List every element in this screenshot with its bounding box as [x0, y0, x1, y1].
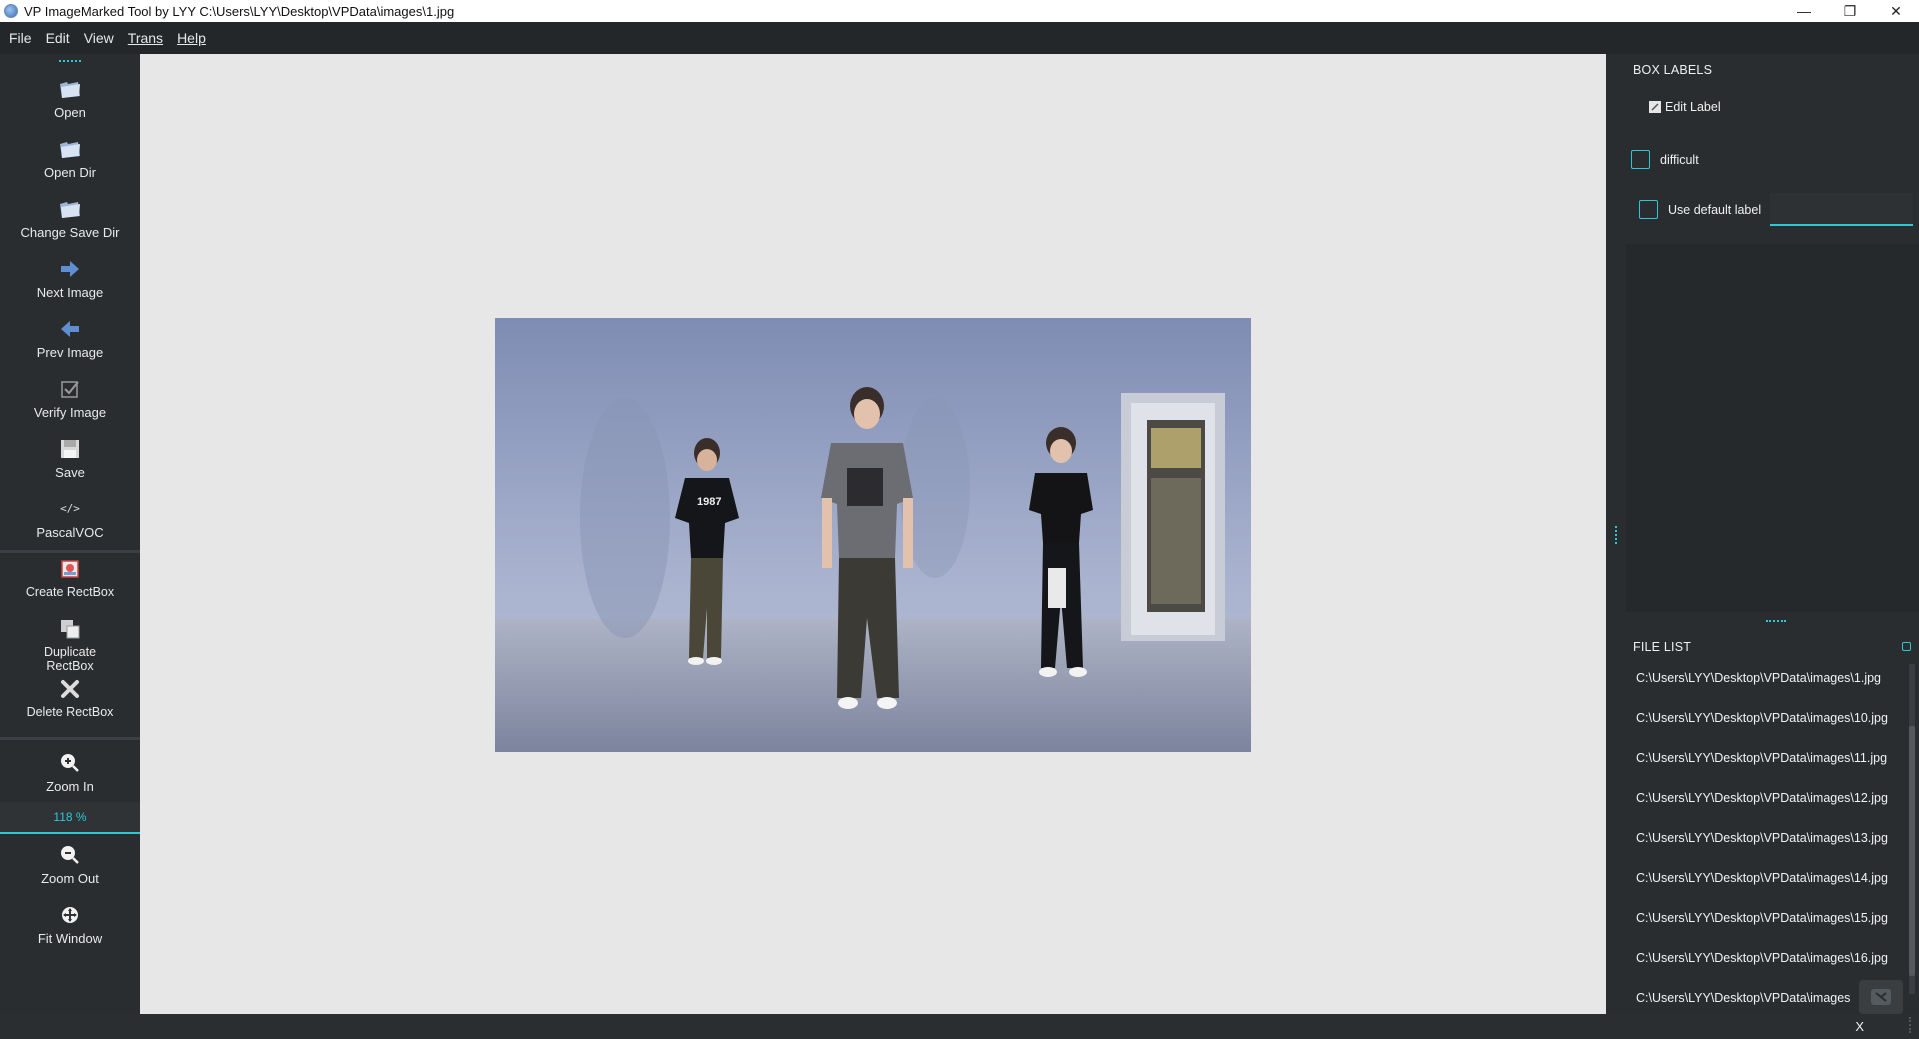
difficult-row: difficult	[1631, 150, 1699, 169]
open-dir-label: Open Dir	[43, 164, 97, 180]
use-default-label-checkbox[interactable]	[1639, 200, 1658, 219]
save-label: Save	[55, 464, 85, 480]
file-list-item[interactable]: C:\Users\LYY\Desktop\VPData\images\11.jp…	[1626, 738, 1911, 778]
edit-label-text: Edit Label	[1665, 100, 1721, 114]
toolbar-separator	[0, 737, 140, 740]
file-list-item[interactable]: C:\Users\LYY\Desktop\VPData\images\13.jp…	[1626, 818, 1911, 858]
open-label: Open	[54, 104, 86, 120]
change-save-dir-button[interactable]: Change Save Dir	[0, 188, 140, 248]
zoom-in-icon	[58, 751, 82, 775]
file-list-item[interactable]: C:\Users\LYY\Desktop\VPData\images\1.jpg	[1626, 658, 1911, 698]
file-list-item[interactable]: C:\Users\LYY\Desktop\VPData\images\14.jp…	[1626, 858, 1911, 898]
menu-edit[interactable]: Edit	[39, 22, 77, 54]
copy-icon	[58, 617, 82, 641]
prev-image-button[interactable]: Prev Image	[0, 308, 140, 368]
folder-open-icon	[58, 137, 82, 161]
duplicate-rectbox-label: Duplicate RectBox	[43, 645, 97, 673]
file-list-title: FILE LIST	[1633, 640, 1692, 654]
folder-open-icon	[58, 77, 82, 101]
toolbar-separator	[0, 550, 140, 553]
create-rectbox-button[interactable]: Create RectBox	[0, 555, 140, 615]
maximize-button[interactable]: ❐	[1827, 0, 1873, 22]
checkbox-checked-icon	[58, 377, 82, 401]
left-toolbar: Open Open Dir Change Save Dir Next Image…	[0, 54, 140, 1014]
box-labels-list[interactable]	[1626, 244, 1919, 612]
next-image-label: Next Image	[36, 284, 104, 300]
create-rectbox-icon	[58, 557, 82, 581]
overlay-widget-icon[interactable]	[1859, 980, 1903, 1014]
prev-image-label: Prev Image	[36, 344, 104, 360]
code-tag-icon: </>	[60, 502, 80, 515]
zoom-out-label: Zoom Out	[41, 870, 99, 886]
zoom-in-button[interactable]: Zoom In	[0, 742, 140, 802]
zoom-out-icon	[58, 843, 82, 867]
close-button[interactable]: ✕	[1873, 0, 1919, 22]
delete-rectbox-label: Delete RectBox	[26, 705, 114, 719]
status-bar: X	[0, 1014, 1919, 1039]
loaded-image[interactable]: 1987	[495, 318, 1251, 752]
next-image-button[interactable]: Next Image	[0, 248, 140, 308]
verify-image-label: Verify Image	[33, 404, 107, 420]
create-rectbox-label: Create RectBox	[25, 585, 115, 599]
menu-file[interactable]: File	[2, 22, 39, 54]
window-title: VP ImageMarked Tool by LYY C:\Users\LYY\…	[24, 3, 455, 19]
difficult-checkbox[interactable]	[1631, 150, 1650, 169]
file-list-item[interactable]: C:\Users\LYY\Desktop\VPData\images\15.jp…	[1626, 898, 1911, 938]
save-button[interactable]: Save	[0, 428, 140, 488]
arrow-right-icon	[58, 257, 82, 281]
zoom-out-button[interactable]: Zoom Out	[0, 834, 140, 894]
fit-window-icon	[58, 903, 82, 927]
toolbar-grip[interactable]	[0, 54, 140, 68]
arrow-left-icon	[58, 317, 82, 341]
image-canvas[interactable]: 1987	[140, 54, 1606, 1014]
dock-splitter[interactable]	[1766, 620, 1786, 622]
file-list-item[interactable]: C:\Users\LYY\Desktop\VPData\images\16.jp…	[1626, 938, 1911, 978]
delete-rectbox-button[interactable]: Delete RectBox	[0, 675, 140, 735]
box-labels-title: BOX LABELS	[1633, 63, 1713, 77]
menu-bar: File Edit View Trans Help	[0, 22, 1919, 54]
status-close-button[interactable]: X	[1855, 1019, 1864, 1034]
title-bar: VP ImageMarked Tool by LYY C:\Users\LYY\…	[0, 0, 1919, 22]
difficult-label: difficult	[1660, 152, 1699, 167]
change-save-dir-label: Change Save Dir	[20, 224, 120, 240]
file-list-item[interactable]: C:\Users\LYY\Desktop\VPData\images\12.jp…	[1626, 778, 1911, 818]
open-button[interactable]: Open	[0, 68, 140, 128]
menu-help[interactable]: Help	[170, 22, 213, 54]
menu-view[interactable]: View	[77, 22, 121, 54]
minimize-button[interactable]: —	[1781, 0, 1827, 22]
size-grip[interactable]	[1909, 1017, 1915, 1033]
dock-resize-handle[interactable]	[1615, 526, 1617, 544]
scrollbar-thumb[interactable]	[1909, 726, 1915, 976]
use-default-label-text: Use default label	[1668, 202, 1762, 217]
file-list[interactable]: C:\Users\LYY\Desktop\VPData\images\1.jpg…	[1626, 658, 1911, 1014]
zoom-in-label: Zoom In	[46, 778, 94, 794]
floppy-disk-icon	[58, 437, 82, 461]
window-controls: — ❐ ✕	[1781, 0, 1919, 22]
fit-window-label: Fit Window	[37, 930, 103, 946]
verify-image-button[interactable]: Verify Image	[0, 368, 140, 428]
format-label: PascalVOC	[36, 524, 104, 540]
zoom-level-spinbox[interactable]: 118 %	[0, 802, 140, 834]
format-toggle-button[interactable]: </> PascalVOC	[0, 488, 140, 548]
fit-window-button[interactable]: Fit Window	[0, 894, 140, 954]
right-dock: BOX LABELS Edit Label difficult Use defa…	[1606, 54, 1919, 1014]
edit-pencil-icon	[1649, 101, 1661, 113]
menu-trans[interactable]: Trans	[121, 22, 170, 54]
dance-studio-photo: 1987	[495, 318, 1251, 752]
use-default-label-row: Use default label	[1639, 200, 1761, 219]
file-list-item[interactable]: C:\Users\LYY\Desktop\VPData\images\10.jp…	[1626, 698, 1911, 738]
open-dir-button[interactable]: Open Dir	[0, 128, 140, 188]
default-label-input[interactable]	[1770, 193, 1913, 226]
edit-label-button[interactable]: Edit Label	[1649, 100, 1721, 114]
app-icon	[4, 4, 18, 18]
shirt-text-1987: 1987	[697, 496, 721, 508]
file-list-scrollbar[interactable]	[1909, 664, 1915, 994]
delete-x-icon	[58, 677, 82, 701]
duplicate-rectbox-button[interactable]: Duplicate RectBox	[0, 615, 140, 675]
dock-float-icon[interactable]	[1902, 642, 1911, 651]
folder-open-icon	[58, 197, 82, 221]
